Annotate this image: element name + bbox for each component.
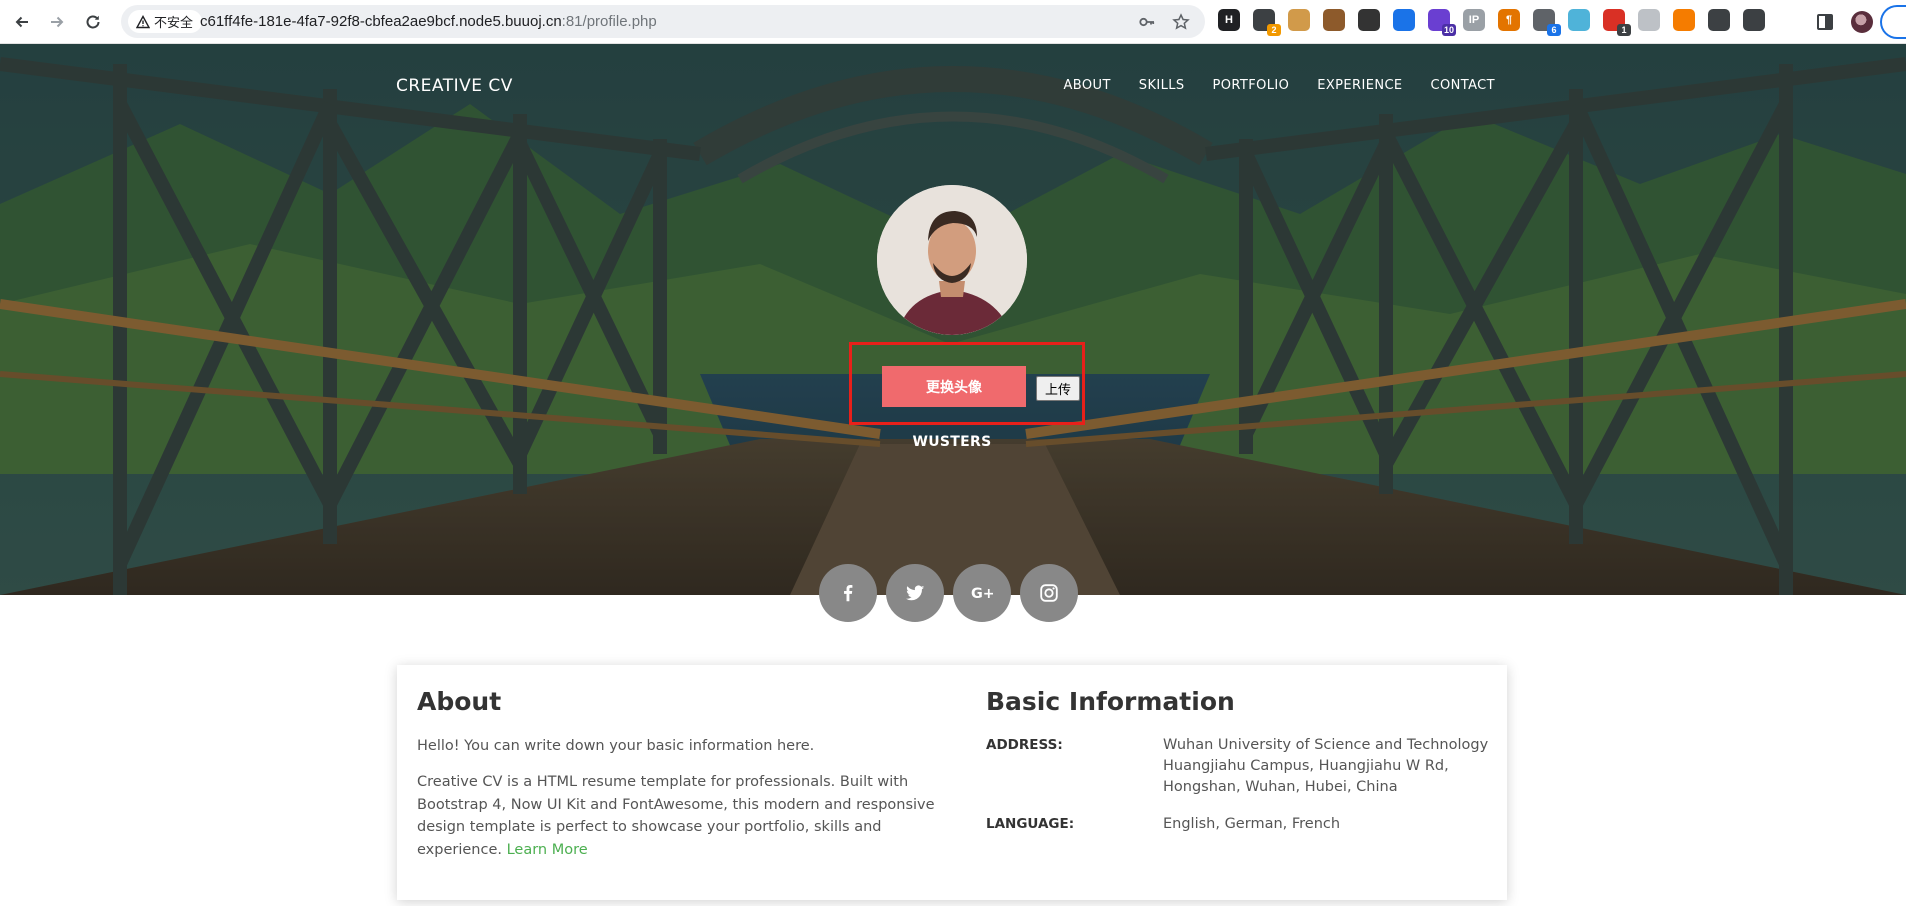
- hat-extension-icon[interactable]: [1358, 9, 1380, 31]
- pin-extension-icon[interactable]: [1393, 9, 1415, 31]
- trophy-extension-icon[interactable]: [1568, 9, 1590, 31]
- puzzle-extensions-icon[interactable]: [1743, 9, 1765, 31]
- profile-avatar-icon[interactable]: [1851, 11, 1873, 33]
- extension-toolbar: H 2 10 IP ¶ 6 1: [1218, 9, 1778, 36]
- extension-icon-6[interactable]: 6: [1533, 9, 1561, 36]
- hero-section: CREATIVE CV ABOUT SKILLS PORTFOLIO EXPER…: [0, 44, 1906, 595]
- about-intro: Hello! You can write down your basic inf…: [417, 738, 815, 754]
- extension-badge: 2: [1267, 24, 1281, 36]
- address-bar[interactable]: 不安全 c61ff4fe-181e-4fa7-92f8-cbfea2ae9bcf…: [121, 5, 1205, 38]
- extension-badge: 10: [1441, 24, 1456, 36]
- extension-icon-10[interactable]: 10: [1428, 9, 1456, 36]
- cookie-editor-icon[interactable]: [1323, 9, 1345, 31]
- nav-about[interactable]: ABOUT: [1064, 78, 1111, 93]
- facebook-icon[interactable]: [819, 564, 877, 622]
- bookmark-star-icon[interactable]: [1171, 12, 1191, 32]
- profile-avatar: [877, 185, 1027, 335]
- wappalyzer-icon[interactable]: ¶: [1498, 9, 1520, 31]
- key-icon[interactable]: [1137, 12, 1157, 32]
- avatar-portrait-image: [877, 185, 1027, 335]
- about-body-text: Creative CV is a HTML resume template fo…: [417, 774, 935, 858]
- nav-portfolio[interactable]: PORTFOLIO: [1213, 78, 1290, 93]
- nav-skills[interactable]: SKILLS: [1139, 78, 1185, 93]
- hackbar-extension-icon[interactable]: H: [1218, 9, 1240, 31]
- change-avatar-button[interactable]: 更换头像: [882, 366, 1026, 407]
- cookie-extension-icon[interactable]: [1288, 9, 1310, 31]
- security-label: 不安全: [154, 16, 194, 31]
- avatar-upload-highlight: 更换头像 上传: [849, 342, 1085, 425]
- twitter-icon[interactable]: [886, 564, 944, 622]
- window-edge: [1880, 5, 1906, 39]
- dark-reader-icon[interactable]: [1673, 9, 1695, 31]
- security-chip[interactable]: 不安全: [128, 10, 203, 33]
- browser-toolbar: 不安全 c61ff4fe-181e-4fa7-92f8-cbfea2ae9bcf…: [0, 0, 1906, 44]
- warning-icon: [136, 14, 150, 28]
- extension-icon-1[interactable]: 1: [1603, 9, 1631, 36]
- spy-extension-icon[interactable]: [1708, 9, 1730, 31]
- svg-text:G+: G+: [971, 586, 993, 602]
- nav-experience[interactable]: EXPERIENCE: [1317, 78, 1402, 93]
- main-nav: ABOUT SKILLS PORTFOLIO EXPERIENCE CONTAC…: [1064, 78, 1495, 93]
- site-brand[interactable]: CREATIVE CV: [396, 76, 513, 96]
- url-host: c61ff4fe-181e-4fa7-92f8-cbfea2ae9bcf.nod…: [200, 13, 562, 30]
- about-body: Creative CV is a HTML resume template fo…: [417, 771, 937, 861]
- google-plus-icon[interactable]: G+: [953, 564, 1011, 622]
- username: WUSTERS: [912, 434, 992, 450]
- social-links: G+: [819, 564, 1078, 622]
- about-card: About Hello! You can write down your bas…: [397, 665, 1507, 900]
- language-value: English, German, French: [1163, 816, 1341, 832]
- extension-badge: 1: [1617, 24, 1631, 36]
- address-value: Wuhan University of Science and Technolo…: [1163, 737, 1489, 795]
- side-panel-icon[interactable]: [1817, 14, 1833, 30]
- basic-info-title: Basic Information: [986, 687, 1235, 716]
- about-title: About: [417, 687, 502, 716]
- instagram-icon[interactable]: [1020, 564, 1078, 622]
- extension-icon-2[interactable]: 2: [1253, 9, 1281, 36]
- reload-icon[interactable]: [80, 9, 106, 35]
- extension-badge: 6: [1547, 24, 1561, 36]
- nav-contact[interactable]: CONTACT: [1431, 78, 1495, 93]
- back-icon[interactable]: [9, 9, 35, 35]
- learn-more-link[interactable]: Learn More: [507, 842, 588, 858]
- language-label: LANGUAGE:: [986, 816, 1075, 832]
- upload-button[interactable]: 上传: [1036, 376, 1080, 401]
- ip-extension-icon[interactable]: IP: [1463, 9, 1485, 31]
- address-label: ADDRESS:: [986, 737, 1063, 753]
- url-path: :81/profile.php: [561, 13, 657, 30]
- url-text[interactable]: c61ff4fe-181e-4fa7-92f8-cbfea2ae9bcf.nod…: [200, 13, 657, 30]
- forward-icon[interactable]: [44, 9, 70, 35]
- moon-extension-icon[interactable]: [1638, 9, 1660, 31]
